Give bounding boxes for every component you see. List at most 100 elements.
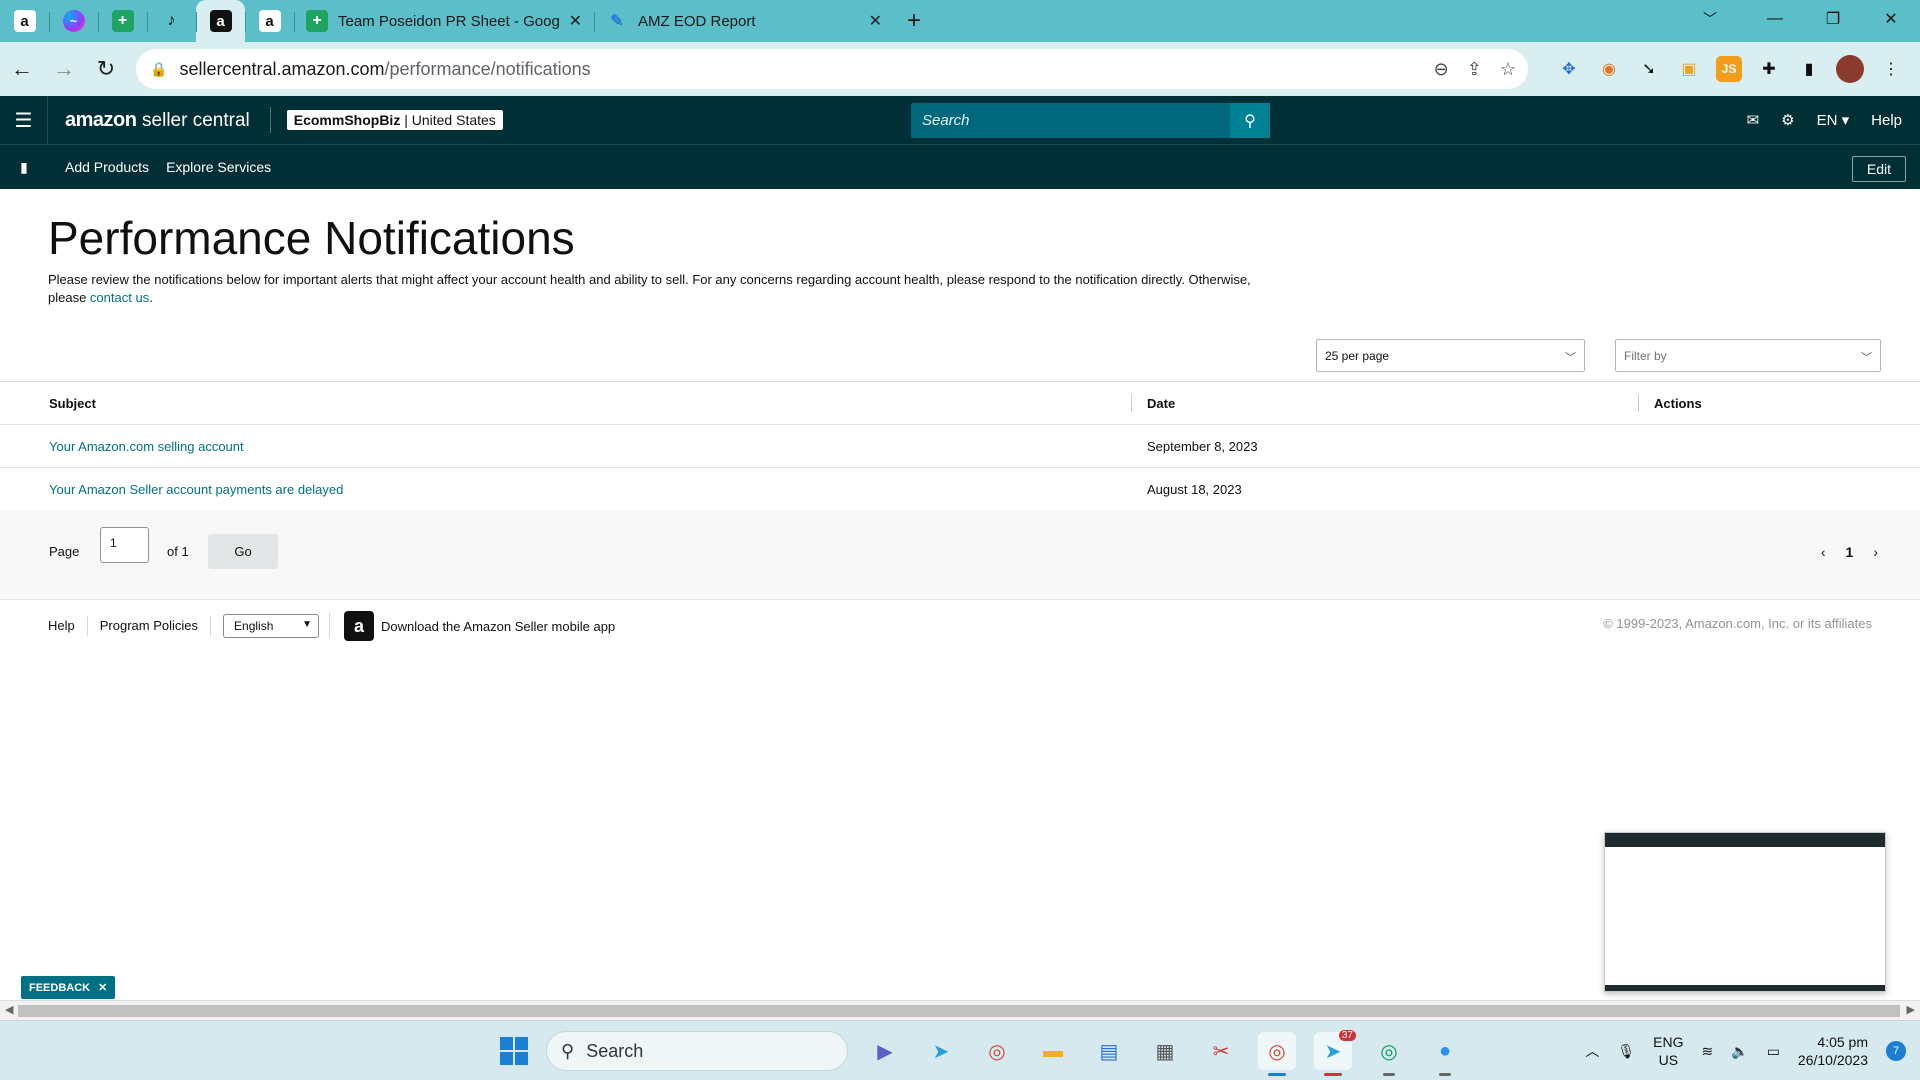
teams-icon[interactable]: ▶ <box>866 1032 904 1070</box>
hamburger-menu-icon[interactable]: ☰ <box>0 96 48 144</box>
lock-icon[interactable]: 🔒 <box>150 61 167 78</box>
column-separator[interactable] <box>1131 394 1132 412</box>
tab-search-chevron-icon[interactable]: ﹀ <box>1690 0 1730 38</box>
microphone-icon[interactable]: 🎙 <box>1617 1043 1635 1060</box>
notification-subject-link[interactable]: Your Amazon.com selling account <box>49 439 244 454</box>
close-icon[interactable]: ✕ <box>569 11 582 31</box>
language-selector[interactable]: EN ▾ <box>1817 111 1850 129</box>
restore-icon[interactable]: ❐ <box>1804 0 1862 38</box>
feedback-button[interactable]: FEEDBACK ✕ <box>21 976 116 999</box>
contact-us-link[interactable]: contact us <box>90 290 149 305</box>
go-button[interactable]: Go <box>208 534 278 569</box>
chevron-left-icon[interactable]: ‹ <box>1821 544 1826 560</box>
tab-amz-eod-report[interactable]: ✎ AMZ EOD Report ✕ <box>594 0 894 42</box>
header-date[interactable]: Date <box>1147 396 1175 411</box>
system-clock[interactable]: 4:05 pm 26/10/2023 <box>1798 1033 1868 1069</box>
help-link[interactable]: Help <box>1871 112 1902 129</box>
forward-arrow-icon[interactable]: → <box>44 49 84 89</box>
address-bar[interactable]: 🔒 sellercentral.amazon.com/performance/n… <box>136 49 1528 89</box>
extension-blue-icon[interactable]: ✥ <box>1556 56 1582 82</box>
extension-orange-icon[interactable]: ◉ <box>1596 56 1622 82</box>
bookmarks-nav: ▮ Add Products Explore Services Edit <box>0 144 1920 189</box>
download-app-link[interactable]: Download the Amazon Seller mobile app <box>381 619 615 634</box>
zoom-icon[interactable]: ● <box>1426 1032 1464 1076</box>
notifications-table: Subject Date Actions Your Amazon.com sel… <box>0 381 1920 512</box>
pinned-tab-messenger[interactable]: ~ <box>49 0 98 42</box>
profile-avatar[interactable] <box>1836 55 1864 83</box>
telegram-icon[interactable]: ➤ <box>922 1032 960 1070</box>
messenger-icon: ~ <box>62 10 85 32</box>
mail-icon[interactable]: ✉ <box>1747 111 1760 129</box>
scroll-left-icon[interactable]: ◀ <box>5 1003 13 1016</box>
windows-start-icon[interactable] <box>500 1037 528 1065</box>
current-page[interactable]: 1 <box>1846 544 1854 560</box>
back-arrow-icon[interactable]: ← <box>2 49 42 89</box>
close-icon[interactable]: ✕ <box>98 981 107 994</box>
pinned-tab-sheets[interactable]: + <box>98 0 147 42</box>
scroll-right-icon[interactable]: ▶ <box>1907 1003 1915 1016</box>
reload-icon[interactable]: ↻ <box>86 49 126 89</box>
nav-add-products[interactable]: Add Products <box>65 159 149 175</box>
extension-bag-icon[interactable]: ▣ <box>1676 56 1702 82</box>
telegram-badge: 37 <box>1338 1030 1356 1041</box>
notification-subject-link[interactable]: Your Amazon Seller account payments are … <box>49 482 343 497</box>
store-selector[interactable]: EcommShopBiz | United States <box>286 110 503 130</box>
language-label: EN <box>1816 112 1838 129</box>
pinned-tab-amazon[interactable]: a <box>0 0 49 42</box>
pinned-tab-amazon-2[interactable]: a <box>245 0 294 42</box>
search-input[interactable] <box>911 112 1221 129</box>
amazon-seller-app-icon[interactable]: a <box>344 611 375 641</box>
snipping-tool-icon[interactable]: ✂ <box>1202 1032 1240 1070</box>
horizontal-scrollbar[interactable]: ◀ ▶ <box>0 1000 1920 1020</box>
tab-team-poseidon[interactable]: + Team Poseidon PR Sheet - Goog ✕ <box>294 0 594 42</box>
clock-time: 4:05 pm <box>1817 1034 1868 1050</box>
edit-button[interactable]: Edit <box>1851 156 1906 182</box>
bookmark-icon[interactable]: ▮ <box>0 159 48 176</box>
volume-icon[interactable]: 🔈 <box>1731 1043 1748 1060</box>
page-number-input[interactable]: 1 <box>100 527 149 563</box>
header-subject[interactable]: Subject <box>49 396 96 411</box>
extension-cursor-icon[interactable]: ➘ <box>1636 56 1662 82</box>
gear-icon[interactable]: ⚙ <box>1781 111 1794 129</box>
pinned-tab-amazon-active[interactable]: a <box>196 0 245 42</box>
footer-policies-link[interactable]: Program Policies <box>88 616 212 636</box>
taskbar-search[interactable]: ⚲ Search <box>546 1031 848 1071</box>
minimize-icon[interactable]: — <box>1746 0 1804 38</box>
share-icon[interactable]: ⇪ <box>1467 59 1482 80</box>
close-icon[interactable]: ✕ <box>869 11 882 31</box>
menu-dots-icon[interactable]: ⋮ <box>1878 56 1904 82</box>
screen-recording-thumbnail[interactable] <box>1604 832 1886 992</box>
pinned-tab-js[interactable]: ♪ <box>147 0 196 42</box>
browser-tab-strip: a ~ + ♪ a a + Team Poseidon PR Sheet - G… <box>0 0 1920 42</box>
notification-count-badge[interactable]: 7 <box>1886 1041 1906 1061</box>
telegram-active-icon[interactable]: ➤ 37 <box>1314 1030 1356 1076</box>
extension-js-icon[interactable]: JS <box>1716 56 1742 82</box>
side-panel-icon[interactable]: ▮ <box>1796 56 1822 82</box>
search-icon[interactable]: ⚲ <box>1230 103 1270 138</box>
column-separator[interactable] <box>1638 394 1639 412</box>
puzzle-extensions-icon[interactable]: ✚ <box>1756 56 1782 82</box>
nav-explore-services[interactable]: Explore Services <box>166 159 271 175</box>
chrome-icon[interactable]: ◎ <box>978 1032 1016 1070</box>
filter-select[interactable]: Filter by ﹀ <box>1615 339 1881 372</box>
language-indicator[interactable]: ENG US <box>1653 1033 1683 1069</box>
bookmark-star-icon[interactable]: ☆ <box>1500 59 1516 80</box>
battery-icon[interactable]: ▭ <box>1767 1043 1780 1060</box>
footer-help-link[interactable]: Help <box>0 616 88 636</box>
chrome-profile-icon[interactable]: ◎ <box>1258 1032 1296 1076</box>
calculator-icon[interactable]: ▦ <box>1146 1032 1184 1070</box>
zoom-icon[interactable]: ⊖ <box>1434 59 1449 80</box>
new-tab-button[interactable]: + <box>894 0 934 42</box>
notepad-icon[interactable]: ▤ <box>1090 1032 1128 1070</box>
footer-language-select[interactable]: English ▼ <box>223 614 320 638</box>
chrome-profile-2-icon[interactable]: ◎ <box>1370 1032 1408 1076</box>
wifi-icon[interactable]: ≋ <box>1702 1043 1714 1060</box>
seller-central-logo[interactable]: amazon seller central <box>65 109 250 132</box>
scrollbar-thumb[interactable] <box>18 1005 1900 1017</box>
chevron-right-icon[interactable]: › <box>1873 544 1878 560</box>
file-explorer-icon[interactable]: ▬ <box>1034 1032 1072 1070</box>
taskbar-search-label: Search <box>586 1040 644 1061</box>
per-page-select[interactable]: 25 per page ﹀ <box>1316 339 1585 372</box>
chevron-up-icon[interactable]: ︿ <box>1585 1041 1599 1061</box>
close-window-icon[interactable]: ✕ <box>1862 0 1920 38</box>
